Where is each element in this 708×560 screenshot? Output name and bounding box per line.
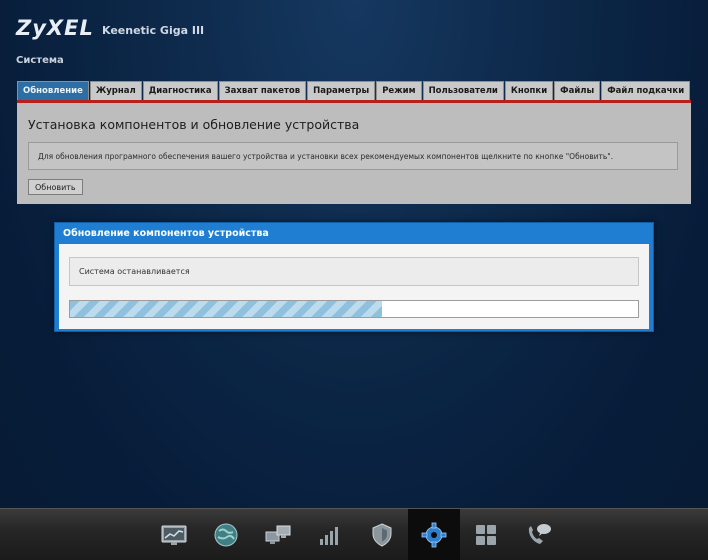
dialog-title: Обновление компонентов устройства xyxy=(63,228,269,239)
tab-swap-file[interactable]: Файл подкачки xyxy=(601,81,691,100)
dock-item-internet[interactable] xyxy=(200,509,252,560)
section-title: Система xyxy=(16,55,64,66)
tab-files[interactable]: Файлы xyxy=(554,81,601,100)
tab-users[interactable]: Пользователи xyxy=(422,81,504,100)
apps-grid-icon xyxy=(476,524,496,545)
tab-update[interactable]: Обновление xyxy=(17,81,89,100)
globe-icon xyxy=(214,523,238,546)
dock-item-home-network[interactable] xyxy=(252,509,304,560)
progress-bar xyxy=(69,300,639,318)
update-dialog: Обновление компонентов устройства Систем… xyxy=(54,222,654,332)
tab-diagnostics[interactable]: Диагностика xyxy=(142,81,218,100)
tab-log[interactable]: Журнал xyxy=(89,81,142,100)
dock-item-telephony[interactable] xyxy=(512,509,564,560)
tab-bar: Обновление Журнал Диагностика Захват пак… xyxy=(17,81,691,100)
dock-item-security[interactable] xyxy=(356,509,408,560)
monitor-chart-icon xyxy=(161,525,187,545)
signal-bars-icon xyxy=(320,526,338,545)
tab-parameters[interactable]: Параметры xyxy=(307,81,376,100)
dock-item-system[interactable] xyxy=(408,509,460,560)
tab-packet-capture[interactable]: Захват пакетов xyxy=(218,81,307,100)
progress-bar-fill xyxy=(70,301,383,317)
tab-buttons[interactable]: Кнопки xyxy=(504,81,554,100)
status-message: Система останавливается xyxy=(69,257,639,286)
dock-item-monitor[interactable] xyxy=(148,509,200,560)
update-button[interactable]: Обновить xyxy=(28,179,83,195)
bottom-dock xyxy=(0,508,708,560)
shield-icon xyxy=(372,522,392,547)
tab-mode[interactable]: Режим xyxy=(376,81,422,100)
network-computers-icon xyxy=(265,525,291,544)
phone-chat-icon xyxy=(528,523,551,544)
dialog-body: Система останавливается xyxy=(59,244,649,329)
dock-item-apps[interactable] xyxy=(460,509,512,560)
model-name: Keenetic Giga III xyxy=(102,24,205,37)
brand-logo: ZyXEL xyxy=(16,16,94,40)
dock-item-wifi[interactable] xyxy=(304,509,356,560)
gear-icon xyxy=(421,522,447,547)
panel-info-text: Для обновления програмного обеспечения в… xyxy=(28,142,678,170)
panel-title: Установка компонентов и обновление устро… xyxy=(28,117,360,132)
update-panel: Установка компонентов и обновление устро… xyxy=(17,100,691,204)
